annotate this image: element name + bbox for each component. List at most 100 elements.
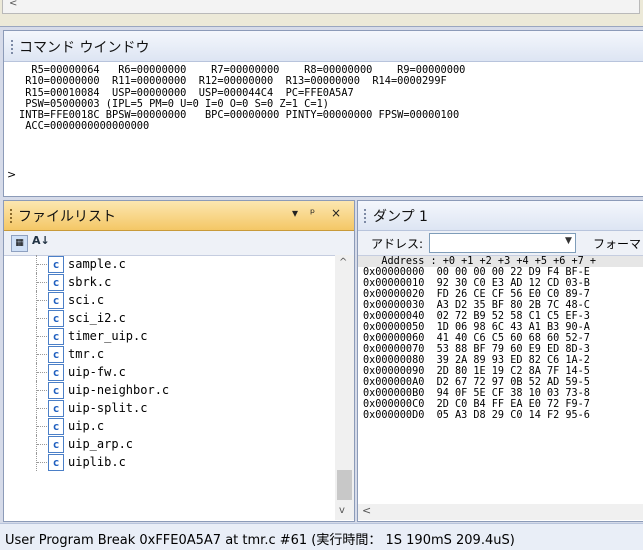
file-list-item[interactable]: c uip-fw.c (4, 363, 334, 381)
file-name: uiplib.c (68, 455, 126, 469)
c-source-file-icon: c (48, 274, 64, 291)
file-name: uip-split.c (68, 401, 148, 415)
dump-row[interactable]: 0x00000030 A3 D2 35 BF 80 2B 7C 48-C (363, 300, 643, 311)
register-output: R5=00000064 R6=00000000 R7=00000000 R8=0… (4, 62, 643, 133)
tree-line (37, 336, 47, 337)
dump-row[interactable]: 0x000000B0 94 0F 5E CF 38 10 03 73-8 (363, 388, 643, 399)
pin-icon[interactable]: ᵖ (310, 206, 315, 220)
address-label: アドレス: (371, 237, 424, 251)
file-list-vertical-scrollbar[interactable]: ^ v (335, 255, 354, 520)
tree-line (37, 372, 47, 373)
register-line: R10=00000000 R11=00000000 R12=00000000 R… (19, 75, 447, 88)
file-list-item[interactable]: c tmr.c (4, 345, 334, 363)
command-prompt[interactable]: > (7, 168, 16, 181)
c-source-file-icon: c (48, 310, 64, 327)
file-list-toolbar: ▦ A↓ (4, 231, 354, 256)
categorize-icon[interactable]: ▦ (11, 235, 28, 252)
file-list-item[interactable]: c sci_i2.c (4, 309, 334, 327)
dump-row[interactable]: 0x00000090 2D 80 1E 19 C2 8A 7F 14-5 (363, 366, 643, 377)
file-name: tmr.c (68, 347, 105, 361)
file-list-item[interactable]: c timer_uip.c (4, 327, 334, 345)
scroll-down-icon[interactable]: v (339, 505, 345, 516)
scroll-left-icon[interactable]: < (362, 504, 371, 517)
scroll-up-icon[interactable]: ^ (339, 257, 347, 268)
tree-line (37, 390, 47, 391)
c-source-file-icon: c (48, 328, 64, 345)
grip-icon[interactable] (10, 209, 14, 223)
file-list-item[interactable]: c uip.c (4, 417, 334, 435)
scroll-left-icon[interactable]: < (9, 0, 17, 9)
format-label[interactable]: フォーマッ (593, 235, 643, 252)
tree-line (37, 426, 47, 427)
dump-row[interactable]: 0x00000000 00 00 00 00 22 D9 F4 BF-E (363, 267, 643, 278)
c-source-file-icon: c (48, 292, 64, 309)
file-list-item[interactable]: c uip_arp.c (4, 435, 334, 453)
c-source-file-icon: c (48, 364, 64, 381)
file-name: uip_arp.c (68, 437, 134, 451)
dump-row[interactable]: 0x000000D0 05 A3 D8 29 C0 14 F2 95-6 (363, 410, 643, 421)
dump-row[interactable]: 0x00000010 92 30 C0 E3 AD 12 CD 03-B (363, 278, 643, 289)
dump-row[interactable]: 0x00000050 1D 06 98 6C 43 A1 B3 90-A (363, 322, 643, 333)
c-source-file-icon: c (48, 400, 64, 417)
file-list-item[interactable]: c sbrk.c (4, 273, 334, 291)
sort-alphabetical-icon[interactable]: A↓ (32, 234, 50, 247)
dump-row[interactable]: 0x000000A0 D2 67 72 97 0B 52 AD 59-5 (363, 377, 643, 388)
status-text: User Program Break 0xFFE0A5A7 at tmr.c #… (5, 533, 515, 548)
file-tree: c sample.c c sbrk.c c sci.c c sci_i2.c c timer_ui… (4, 255, 334, 520)
file-list-title: ファイルリスト (18, 209, 116, 225)
dump-horizontal-scrollbar[interactable]: < (358, 504, 643, 520)
file-name: sample.c (68, 257, 126, 271)
file-list-titlebar[interactable]: ファイルリスト ▾ ᵖ × (4, 201, 354, 231)
file-list-item[interactable]: c uip-split.c (4, 399, 334, 417)
c-source-file-icon: c (48, 382, 64, 399)
c-source-file-icon: c (48, 436, 64, 453)
file-name: uip-fw.c (68, 365, 126, 379)
dump-row[interactable]: 0x00000040 02 72 B9 52 58 C1 C5 EF-3 (363, 311, 643, 322)
tree-line (37, 354, 47, 355)
file-name: timer_uip.c (68, 329, 148, 343)
file-list-panel: ファイルリスト ▾ ᵖ × ▦ A↓ c sample.c c sbrk.c c sci.… (3, 200, 355, 522)
tree-line (37, 282, 47, 283)
address-dropdown-icon[interactable]: ▼ (565, 236, 572, 246)
command-window-titlebar[interactable]: コマンド ウインドウ (4, 31, 643, 62)
dump-row[interactable]: 0x00000070 53 88 BF 79 60 E9 ED 8D-3 (363, 344, 643, 355)
dump-rows[interactable]: 0x00000000 00 00 00 00 22 D9 F4 BF-E 0x00… (358, 267, 643, 421)
command-window-title: コマンド ウインドウ (19, 40, 150, 56)
file-name: sci.c (68, 293, 105, 307)
dropdown-arrow-icon[interactable]: ▾ (292, 206, 298, 220)
c-source-file-icon: c (48, 454, 64, 471)
file-name: uip-neighbor.c (68, 383, 170, 397)
dump-row[interactable]: 0x00000060 41 40 C6 C5 60 68 60 52-7 (363, 333, 643, 344)
tree-line (37, 264, 47, 265)
c-source-file-icon: c (48, 418, 64, 435)
file-list-item[interactable]: c sample.c (4, 255, 334, 273)
c-source-file-icon: c (48, 256, 64, 273)
file-list-item[interactable]: c uiplib.c (4, 453, 334, 471)
file-name: sci_i2.c (68, 311, 126, 325)
scrollbar-thumb[interactable] (337, 470, 352, 500)
tree-line (37, 462, 47, 463)
status-bar: User Program Break 0xFFE0A5A7 at tmr.c #… (0, 523, 643, 550)
address-input[interactable] (429, 233, 576, 253)
dump-row[interactable]: 0x000000C0 2D C0 B4 FF EA E0 72 F9-7 (363, 399, 643, 410)
grip-icon[interactable] (364, 209, 368, 223)
top-panel-strip: < (0, 0, 643, 27)
c-source-file-icon: c (48, 346, 64, 363)
grip-icon[interactable] (11, 40, 15, 54)
memory-dump-panel: ダンプ 1 アドレス: ▼ フォーマッ Address : +0 +1 +2 +… (357, 200, 643, 522)
register-line: ACC=0000000000000000 (19, 120, 150, 133)
dump-row[interactable]: 0x00000080 39 2A 89 93 ED 82 C6 1A-2 (363, 355, 643, 366)
dump-row[interactable]: 0x00000020 FD 26 CE CF 56 E0 C0 89-7 (363, 289, 643, 300)
file-list-item[interactable]: c sci.c (4, 291, 334, 309)
file-name: sbrk.c (68, 275, 112, 289)
dump-data: Address : +0 +1 +2 +3 +4 +5 +6 +7 + 0x00… (358, 256, 643, 421)
dump-titlebar[interactable]: ダンプ 1 (358, 201, 643, 231)
tree-line (37, 318, 47, 319)
dump-header: Address : +0 +1 +2 +3 +4 +5 +6 +7 + (358, 256, 643, 267)
close-icon[interactable]: × (331, 206, 341, 220)
file-name: uip.c (68, 419, 105, 433)
dump-title: ダンプ 1 (373, 209, 428, 225)
horizontal-scrollbar[interactable]: < (2, 0, 640, 14)
file-list-item[interactable]: c uip-neighbor.c (4, 381, 334, 399)
tree-line (37, 300, 47, 301)
